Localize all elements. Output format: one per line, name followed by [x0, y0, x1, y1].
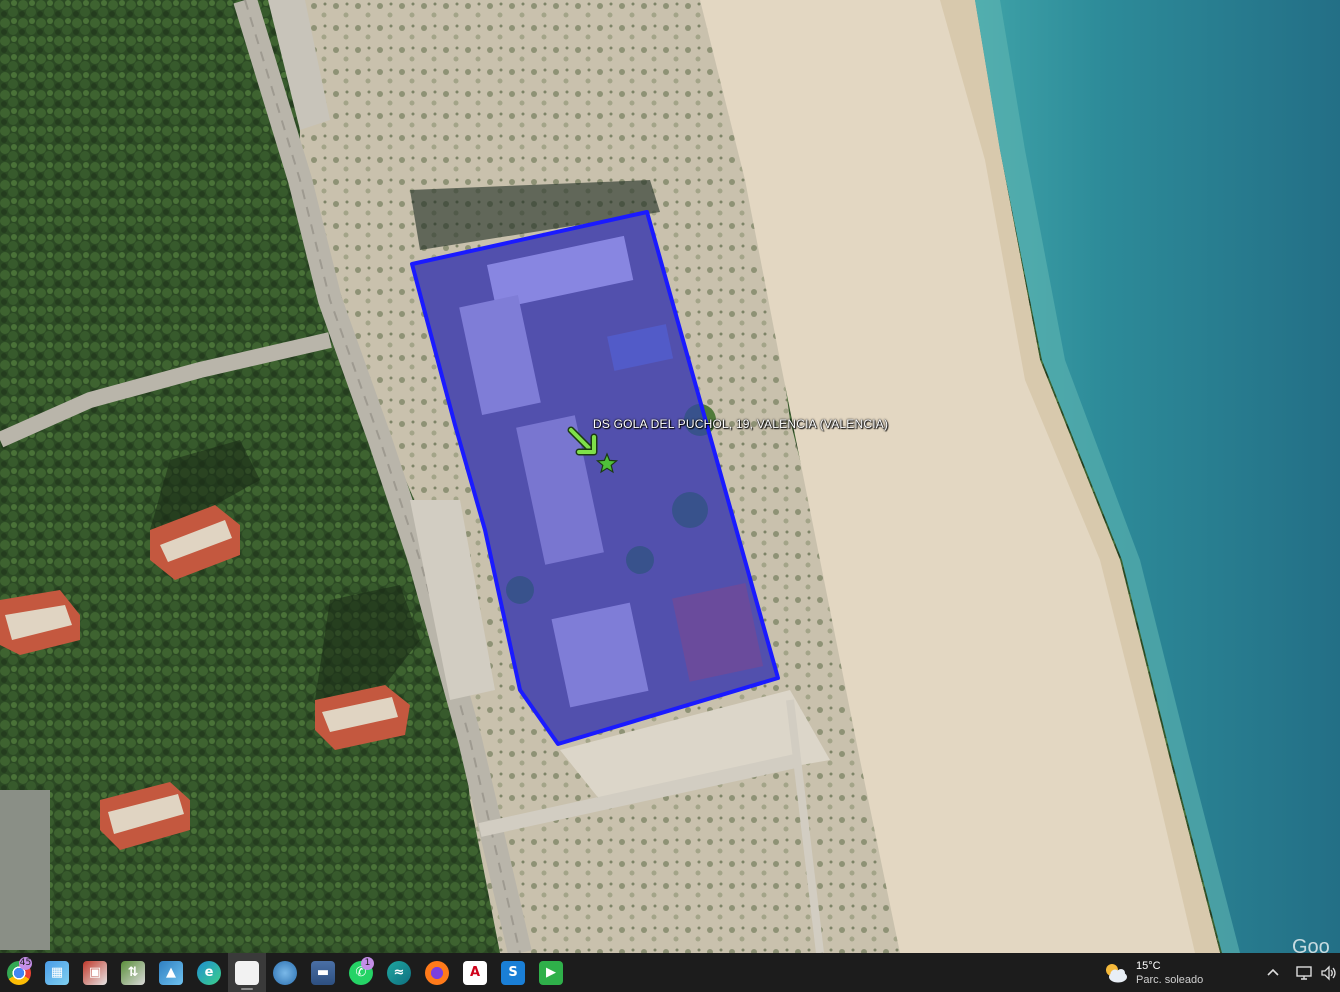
edge-icon: e: [197, 960, 221, 985]
chevron-up-icon[interactable]: [1266, 964, 1280, 982]
taskbar-app-maps-app[interactable]: ▦: [38, 953, 76, 992]
weather-condition: Parc. soleado: [1136, 973, 1204, 986]
taskbar-app-file-transfer[interactable]: ⇅: [114, 953, 152, 992]
map-app-icon: ▦: [45, 960, 69, 985]
taskbar-app-image-viewer[interactable]: ▣: [76, 953, 114, 992]
map-imagery[interactable]: [0, 0, 1340, 953]
firefox-icon: [425, 960, 449, 985]
notification-badge: 1: [361, 957, 374, 970]
taskbar-app-signal-app[interactable]: ≈: [380, 953, 418, 992]
photos-icon: ▲: [159, 960, 183, 985]
floppy-disk-icon: ▬: [311, 960, 335, 985]
play-icon: ▶: [539, 960, 563, 985]
weather-temperature: 15°C: [1136, 959, 1161, 972]
taskbar-app-media-player[interactable]: ▶: [532, 953, 570, 992]
taskbar-pinned-apps: 45 ▦ ▣ ⇅ ▲ e ▬ ✆ 1 ≈ A S ▶: [0, 953, 570, 992]
taskbar-app-whatsapp[interactable]: ✆ 1: [342, 953, 380, 992]
taskbar: 45 ▦ ▣ ⇅ ▲ e ▬ ✆ 1 ≈ A S ▶ 15°C Parc. soleado: [0, 953, 1340, 992]
volume-icon[interactable]: [1320, 964, 1338, 982]
notification-badge: 45: [19, 957, 32, 970]
acrobat-icon: A: [463, 960, 487, 985]
file-transfer-icon: ⇅: [121, 960, 145, 985]
taskbar-app-notepad[interactable]: [228, 953, 266, 992]
taskbar-app-chrome[interactable]: 45: [0, 953, 38, 992]
map-watermark: Goo: [1292, 936, 1330, 953]
taskbar-app-google-earth[interactable]: [266, 953, 304, 992]
placemark-label[interactable]: DS GOLA DEL PUCHOL, 19, VALENCIA (VALENC…: [593, 417, 888, 431]
taskbar-app-adobe-reader[interactable]: A: [456, 953, 494, 992]
taskbar-app-s-app[interactable]: S: [494, 953, 532, 992]
active-indicator: [241, 988, 253, 990]
weather-widget[interactable]: 15°C Parc. soleado: [1102, 953, 1203, 992]
satellite-map[interactable]: DS GOLA DEL PUCHOL, 19, VALENCIA (VALENC…: [0, 0, 1340, 953]
image-viewer-icon: ▣: [83, 960, 107, 985]
partly-sunny-icon: [1106, 963, 1127, 982]
taskbar-app-firefox[interactable]: [418, 953, 456, 992]
globe-icon: [273, 960, 297, 985]
s-app-icon: S: [501, 960, 525, 985]
network-icon[interactable]: [1295, 964, 1313, 982]
wave-icon: ≈: [387, 960, 411, 985]
taskbar-app-save[interactable]: ▬: [304, 953, 342, 992]
document-icon: [235, 960, 259, 985]
taskbar-app-edge[interactable]: e: [190, 953, 228, 992]
taskbar-app-photos[interactable]: ▲: [152, 953, 190, 992]
